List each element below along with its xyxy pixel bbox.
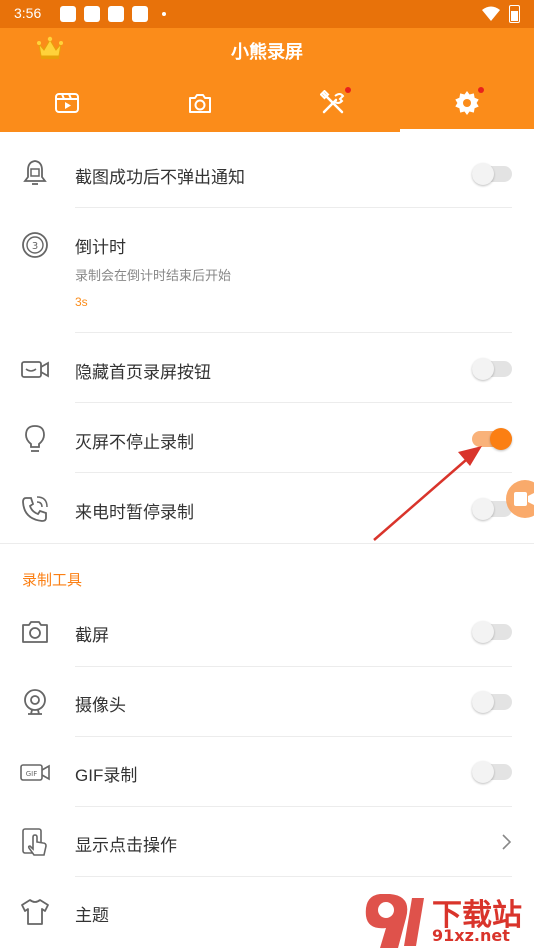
annotation-arrow (373, 446, 482, 541)
watermark-url: 91xz.net (432, 926, 510, 945)
